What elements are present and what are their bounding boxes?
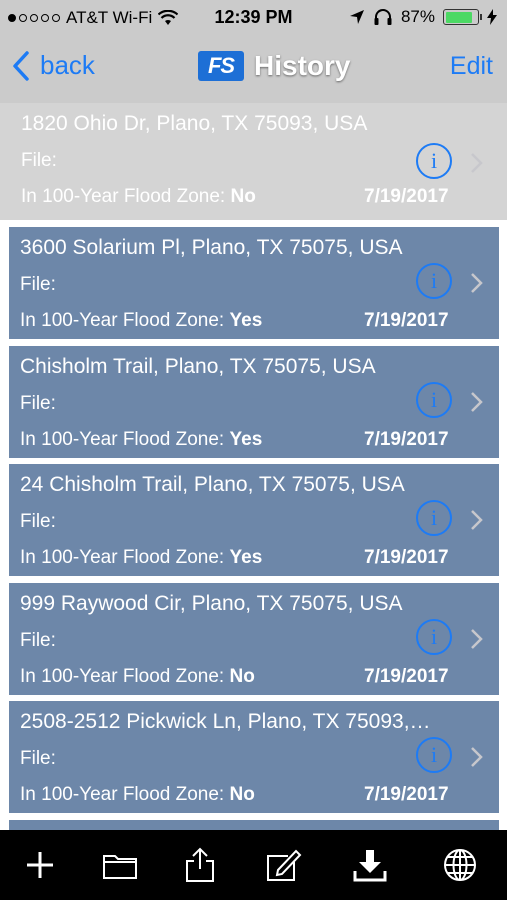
history-row[interactable]: 999 Raywood Cir, Plano, TX 75075, USA Fi… [9,583,499,695]
battery-level-fill [445,11,473,23]
flood-zone-label: In 100-Year Flood Zone: [20,666,225,687]
folder-icon[interactable] [100,847,140,883]
row-flood-zone: In 100-Year Flood Zone: No [21,186,256,208]
headphones-icon [374,9,392,25]
chevron-right-icon[interactable] [468,628,486,650]
row-file-label: File: [20,274,56,295]
row-address: 999 Raywood Cir, Plano, TX 75075, USA [20,592,403,615]
row-address: 1820 Ohio Dr, Plano, TX 75093, USA [21,112,368,135]
chevron-right-icon[interactable] [468,746,486,768]
flood-zone-value: No [229,666,255,687]
history-row[interactable]: 1820 Ohio Dr, Plano, TX 75093, USA File:… [0,103,507,220]
row-date: 7/19/2017 [364,784,449,805]
battery-percent: 87% [400,7,435,26]
row-file-label: File: [20,393,56,414]
battery-icon [443,9,482,25]
info-button[interactable]: i [416,737,452,773]
info-button[interactable]: i [416,263,452,299]
row-file-label: File: [20,748,56,769]
flood-zone-value: Yes [229,310,263,331]
history-row[interactable]: Chisholm Trail, Plano, TX 75075, USA Fil… [9,346,499,458]
row-file-label: File: [20,630,56,651]
flood-zone-label: In 100-Year Flood Zone: [20,784,225,805]
chevron-right-icon[interactable] [468,272,486,294]
row-date: 7/19/2017 [364,429,449,450]
flood-zone-value: No [229,784,255,805]
flood-zone-label: In 100-Year Flood Zone: [20,310,225,331]
add-icon[interactable] [20,847,60,883]
charging-bolt-icon [487,9,497,25]
history-list: 1820 Ohio Dr, Plano, TX 75093, USA File:… [0,103,507,830]
row-flood-zone: In 100-Year Flood Zone: Yes [20,310,262,332]
row-flood-zone: In 100-Year Flood Zone: No [20,784,255,806]
history-row-partial[interactable] [9,820,499,830]
status-right: 87% [349,7,497,27]
page-title-text: History [254,50,351,81]
flood-zone-label: In 100-Year Flood Zone: [21,186,226,207]
info-button[interactable]: i [416,143,452,179]
chevron-left-icon [13,50,29,81]
flood-zone-value: Yes [229,429,263,450]
flood-zone-label: In 100-Year Flood Zone: [20,547,225,568]
row-date: 7/19/2017 [364,310,449,331]
status-bar: AT&T Wi-Fi 12:39 PM 87% [0,0,507,34]
row-flood-zone: In 100-Year Flood Zone: No [20,666,255,688]
row-date: 7/19/2017 [364,547,449,568]
info-button[interactable]: i [416,619,452,655]
row-flood-zone: In 100-Year Flood Zone: Yes [20,547,262,569]
navigation-bar: back FS History Edit [0,34,507,103]
info-button[interactable]: i [416,500,452,536]
edit-button[interactable]: Edit [450,52,493,81]
back-button[interactable]: back [12,50,95,81]
bottom-toolbar [0,830,507,900]
chevron-right-icon[interactable] [468,509,486,531]
compose-icon[interactable] [264,847,304,883]
row-address: Chisholm Trail, Plano, TX 75075, USA [20,355,376,378]
back-label: back [40,50,95,80]
share-icon[interactable] [180,847,220,883]
row-file-label: File: [20,511,56,532]
chevron-right-icon[interactable] [468,152,486,174]
row-address: 24 Chisholm Trail, Plano, TX 75075, USA [20,473,405,496]
flood-zone-value: Yes [229,547,263,568]
flood-zone-value: No [230,186,256,207]
info-button[interactable]: i [416,382,452,418]
download-icon[interactable] [350,847,390,883]
location-arrow-icon [349,10,364,24]
chevron-right-icon[interactable] [468,391,486,413]
row-date: 7/19/2017 [364,186,449,207]
row-address: 2508-2512 Pickwick Ln, Plano, TX 75093,… [20,710,431,733]
flood-zone-label: In 100-Year Flood Zone: [20,429,225,450]
row-address: 3600 Solarium Pl, Plano, TX 75075, USA [20,236,403,259]
history-row[interactable]: 3600 Solarium Pl, Plano, TX 75075, USA F… [9,227,499,339]
history-row[interactable]: 2508-2512 Pickwick Ln, Plano, TX 75093,…… [9,701,499,813]
fs-logo: FS [198,51,244,81]
history-row[interactable]: 24 Chisholm Trail, Plano, TX 75075, USA … [9,464,499,576]
row-date: 7/19/2017 [364,666,449,687]
row-file-label: File: [21,150,57,171]
globe-icon[interactable] [440,847,480,883]
page-title: FS History [198,50,350,82]
row-flood-zone: In 100-Year Flood Zone: Yes [20,429,262,451]
